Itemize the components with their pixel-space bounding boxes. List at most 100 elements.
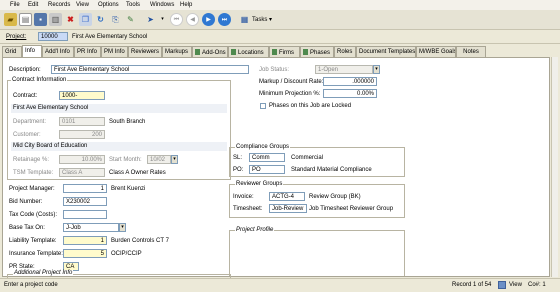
invoice-input[interactable]: ACTG-4 [269,192,305,201]
chevron-down-icon: ▾ [373,65,380,74]
markup-discount-input[interactable]: .000000 [323,77,377,86]
timesheet-input[interactable]: Job-Review [269,204,307,213]
menu-file[interactable]: File [10,2,20,8]
project-profile-group [229,230,405,276]
tab-phases-label: Phases [310,50,331,56]
additional-project-info-title: Additional Project Info [13,270,74,276]
start-month-input: 10/02 [147,155,171,164]
insurance-template-label: Insurance Template: [9,251,63,257]
contract-input[interactable]: 1000- [59,91,105,100]
menu-windows[interactable]: Windows [150,2,174,8]
menu-view[interactable]: View [76,2,89,8]
tsm-template-description: Class A Owner Rates [109,170,166,176]
min-projection-input[interactable]: 0.00% [323,89,377,98]
insurance-template-description: OCIP/CCIP [111,251,142,257]
copy-icon[interactable]: ❐ [79,13,92,26]
po-description: Standard Material Compliance [291,167,372,173]
sl-description: Commercial [291,155,324,161]
print-icon[interactable]: ▥ [49,13,62,26]
menu-tools[interactable]: Tools [126,2,140,8]
invoice-label: Invoice: [233,194,254,200]
phases-locked-label: Phases on this Job are Locked [269,103,352,109]
markup-discount-label: Markup / Discount Rate: [259,79,324,85]
tab-pm-info[interactable]: PM Info [101,46,128,57]
menu-options[interactable]: Options [98,2,119,8]
tab-pr-info[interactable]: PR Info [74,46,101,57]
sl-input[interactable]: Comm [249,153,285,162]
contract-label: Contract: [13,93,38,99]
tasks-icon[interactable]: ▦ [238,13,251,26]
notes-icon[interactable]: ✎ [124,13,137,26]
description-label: Description: [9,67,41,73]
chevron-down-icon[interactable]: ▾ [119,223,126,232]
refresh-icon[interactable]: ↻ [94,13,107,26]
tab-roles[interactable]: Roles [334,46,356,57]
tab-firms[interactable]: Firms [269,46,300,57]
timesheet-description: Job Timesheet Reviewer Group [309,206,394,212]
department-input: 0101 [59,117,105,126]
vertical-scrollbar[interactable] [551,57,558,277]
contract-information-group [7,80,231,180]
customer-description: Mid City Board of Education [11,142,227,151]
open-folder-icon[interactable]: ▰ [4,13,17,26]
menu-records[interactable]: Records [48,2,70,8]
tax-code-input[interactable] [63,210,107,219]
description-input[interactable]: First Ave Elementary School [51,65,249,74]
retainage-label: Retainage %: [13,157,50,163]
tab-addl-info[interactable]: Add'l Info [42,46,74,57]
liability-template-input[interactable]: 1 [63,236,107,245]
customer-input: 200 [59,130,105,139]
tab-phases[interactable]: Phases [300,46,334,57]
record-count: Record 1 of 54 [452,282,492,288]
menu-bar: File Edit Records View Options Tools Win… [0,0,560,10]
next-record-icon[interactable]: ▶ [202,13,215,26]
reviewer-groups-group [229,184,405,218]
last-record-icon[interactable]: ⏭ [218,13,231,26]
tab-mwbe-goals[interactable]: M/WBE Goals [416,46,456,57]
base-tax-on-label: Base Tax On: [9,225,45,231]
po-input[interactable]: PO [249,165,285,174]
tab-bar: Grid Info Add'l Info PR Info PM Info Rev… [0,45,560,57]
new-document-icon[interactable]: ▤ [19,13,32,26]
first-record-icon[interactable]: ⏮ [170,13,183,26]
tab-grid-icon [195,49,200,55]
liability-template-description: Burden Controls CT 7 [111,238,169,244]
tab-info[interactable]: Info [22,45,42,57]
delete-icon[interactable]: ✖ [64,13,77,26]
project-manager-input[interactable]: 1 [63,184,107,193]
base-tax-on-select[interactable]: J-Job [63,223,119,232]
bid-number-input[interactable]: X230002 [63,197,107,206]
retainage-input: 10.00% [59,155,105,164]
project-manager-label: Project Manager: [9,186,55,192]
previous-record-icon[interactable]: ◀ [186,13,199,26]
reviewer-groups-title: Reviewer Groups [235,181,284,187]
toolbar: ▰ ▤ ▪ ▥ ✖ ❐ ↻ ⎘ ✎ ➤ ▾ ⏮ ◀ ▶ ⏭ ▦ Tasks ▾ [0,10,560,30]
save-icon[interactable]: ▪ [34,13,47,26]
tab-grid[interactable]: Grid [2,46,22,57]
attach-icon[interactable]: ⎘ [109,13,122,26]
phases-locked-checkbox[interactable] [260,103,266,109]
tab-notes[interactable]: Notes [456,46,486,57]
tab-document-templates[interactable]: Document Templates [356,46,416,57]
status-bar: Enter a project code Record 1 of 54 View… [0,278,560,292]
chevron-down-icon[interactable]: ▾ [156,13,169,26]
project-code-input[interactable]: 10000 [38,32,68,41]
menu-help[interactable]: Help [180,2,192,8]
tab-reviewers[interactable]: Reviewers [128,46,162,57]
tab-grid-icon [231,49,236,55]
tax-code-label: Tax Code (Costs): [9,212,58,218]
bid-number-label: Bid Number: [9,199,43,205]
view-button[interactable]: View [509,282,522,288]
menu-edit[interactable]: Edit [28,2,38,8]
start-month-label: Start Month: [109,157,142,163]
tab-locations[interactable]: Locations [228,46,269,57]
tab-firms-label: Firms [279,50,294,56]
tasks-button[interactable]: Tasks ▾ [252,16,272,23]
lock-icon [498,281,506,289]
insurance-template-input[interactable]: 5 [63,249,107,258]
company-number: Co#: 1 [528,282,546,288]
tab-grid-icon [272,49,277,55]
tab-add-ons[interactable]: Add-Ons [192,46,228,57]
invoice-description: Review Group (BK) [309,194,361,200]
tab-markups[interactable]: Markups [162,46,192,57]
